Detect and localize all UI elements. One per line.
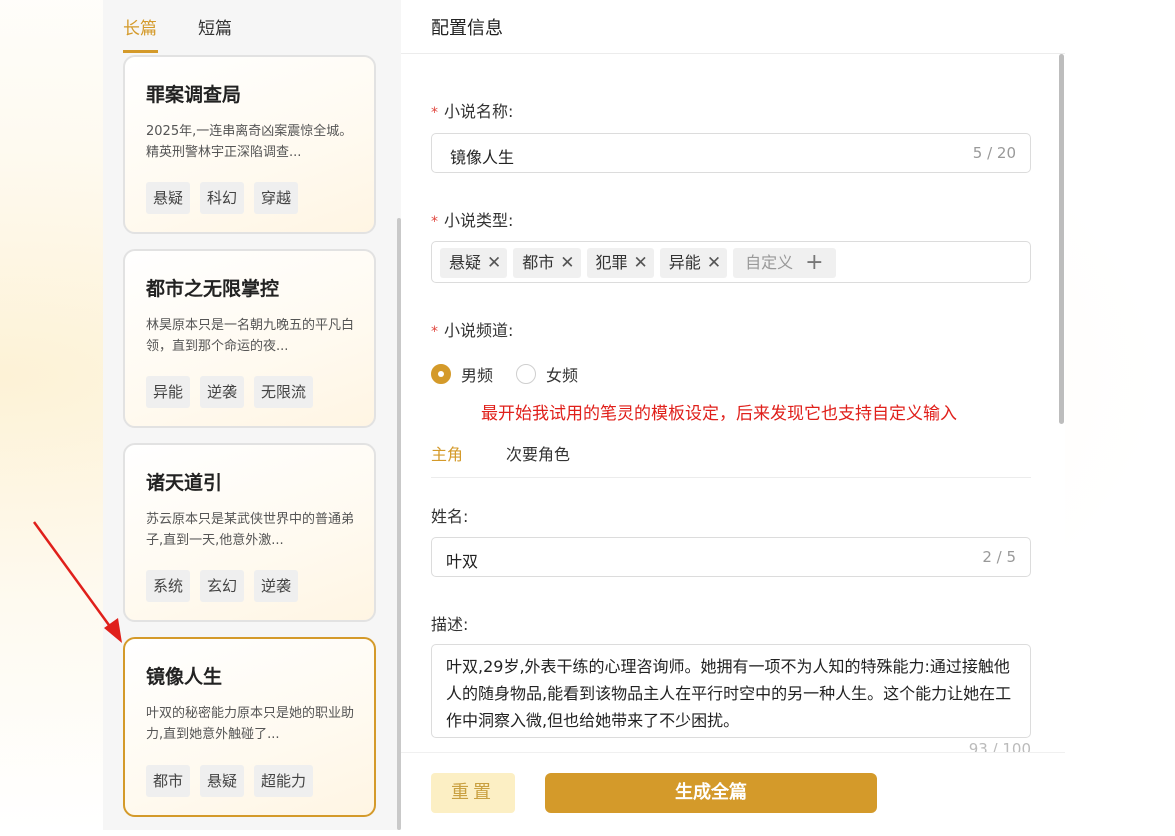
type-chips: 悬疑 ✕ 都市 ✕ 犯罪 ✕ 异能 ✕ 自定义 + (440, 248, 836, 278)
novel-name-count: 5 / 20 (972, 144, 1016, 162)
tab-short[interactable]: 短篇 (198, 14, 232, 39)
config-scrollbar[interactable] (1059, 54, 1064, 424)
genre-tag: 超能力 (254, 765, 314, 797)
desc-label: 描述: (431, 615, 469, 634)
config-title: 配置信息 (431, 18, 503, 39)
tab-underline (123, 50, 158, 53)
novel-card-selected[interactable]: 镜像人生 叶双的秘密能力原本只是她的职业助力,直到她意外触碰了... 都市 悬疑… (123, 637, 376, 817)
novel-card-title: 诸天道引 (146, 472, 223, 494)
radio-dot (516, 364, 536, 384)
plus-icon: + (805, 250, 824, 275)
genre-tag: 悬疑 (200, 765, 245, 797)
type-label: * 小说类型: (431, 211, 514, 230)
novel-card[interactable]: 罪案调查局 2025年,一连串离奇凶案震惊全城。精英刑警林宇正深陷调查... 悬… (123, 55, 376, 234)
tab-long[interactable]: 长篇 (123, 14, 157, 39)
novel-card-desc: 林昊原本只是一名朝九晚五的平凡白领，直到那个命运的夜... (146, 318, 355, 354)
novel-card-desc: 叶双的秘密能力原本只是她的职业助力,直到她意外触碰了... (146, 706, 355, 742)
novel-card[interactable]: 都市之无限掌控 林昊原本只是一名朝九晚五的平凡白领，直到那个命运的夜... 异能… (123, 249, 376, 428)
type-chip: 犯罪 ✕ (586, 248, 654, 278)
genre-tag: 无限流 (254, 376, 314, 408)
length-tabs: 长篇 短篇 (103, 0, 401, 54)
novel-card-title: 罪案调查局 (146, 84, 242, 106)
genre-tag: 科幻 (200, 182, 245, 214)
genre-tag: 逆袭 (200, 376, 245, 408)
tab-protagonist[interactable]: 主角 (431, 441, 463, 465)
type-chip: 异能 ✕ (659, 248, 728, 278)
char-desc-count: 93 / 100 (968, 740, 1031, 752)
required-mark: * (431, 214, 438, 230)
config-header: 配置信息 (401, 0, 1065, 54)
novel-name-value: 镜像人生 (450, 148, 515, 167)
radio-dot (431, 364, 451, 384)
close-icon[interactable]: ✕ (707, 248, 721, 278)
genre-tag: 异能 (146, 376, 191, 408)
reset-button[interactable]: 重置 (431, 773, 515, 813)
required-mark: * (431, 324, 438, 340)
close-icon[interactable]: ✕ (560, 248, 574, 278)
role-tabs: 主角 次要角色 (431, 430, 1031, 478)
novel-card[interactable]: 诸天道引 苏云原本只是某武侠世界中的普通弟子,直到一天,他意外激... 系统 玄… (123, 443, 376, 622)
config-panel: 配置信息 * 小说名称: 镜像人生 5 / 20 * 小说类型: 悬疑 ✕ 都市 ✕ 犯… (401, 0, 1065, 830)
novel-card-title: 都市之无限掌控 (146, 278, 280, 300)
action-footer: 重置 生成全篇 (401, 752, 1065, 830)
genre-tag: 都市 (146, 765, 191, 797)
char-name-value: 叶双 (446, 552, 479, 571)
app: 长篇 短篇 罪案调查局 2025年,一连串离奇凶案震惊全城。精英刑警林宇正深陷调… (103, 0, 1065, 830)
novel-card-desc: 2025年,一连串离奇凶案震惊全城。精英刑警林宇正深陷调查... (146, 124, 353, 160)
close-icon[interactable]: ✕ (634, 248, 648, 278)
close-icon[interactable]: ✕ (487, 248, 501, 278)
channel-label: * 小说频道: (431, 321, 514, 340)
novel-name-input[interactable]: 镜像人生 5 / 20 (431, 133, 1031, 173)
novel-list-panel: 长篇 短篇 罪案调查局 2025年,一连串离奇凶案震惊全城。精英刑警林宇正深陷调… (103, 0, 401, 830)
novel-card-tags: 都市 悬疑 超能力 (146, 765, 314, 797)
novel-type-select[interactable]: 悬疑 ✕ 都市 ✕ 犯罪 ✕ 异能 ✕ 自定义 + (431, 241, 1031, 283)
radio-female-channel[interactable]: 女频 (516, 362, 578, 386)
novel-card-tags: 系统 玄幻 逆袭 (146, 570, 299, 602)
name-label: * 小说名称: (431, 102, 514, 121)
char-name-count: 2 / 5 (982, 548, 1016, 566)
generate-full-button[interactable]: 生成全篇 (545, 773, 877, 813)
novel-card-title: 镜像人生 (146, 666, 223, 688)
genre-tag: 悬疑 (146, 182, 191, 214)
tab-secondary-roles[interactable]: 次要角色 (506, 441, 570, 465)
genre-tag: 玄幻 (200, 570, 245, 602)
genre-tag: 逆袭 (254, 570, 299, 602)
genre-tag: 穿越 (254, 182, 299, 214)
annotation-text: 最开始我试用的笔灵的模板设定，后来发现它也支持自定义输入 (481, 404, 957, 424)
genre-tag: 系统 (146, 570, 191, 602)
type-chip: 都市 ✕ (513, 248, 581, 278)
custom-type-button[interactable]: 自定义 + (733, 248, 836, 278)
novel-card-desc: 苏云原本只是某武侠世界中的普通弟子,直到一天,他意外激... (146, 512, 355, 548)
char-name-input[interactable]: 叶双 2 / 5 (431, 537, 1031, 577)
required-mark: * (431, 105, 438, 121)
type-chip: 悬疑 ✕ (440, 248, 508, 278)
char-desc-textarea[interactable]: 叶双,29岁,外表干练的心理咨询师。她拥有一项不为人知的特殊能力:通过接触他人的… (431, 644, 1031, 738)
char-name-label: 姓名: (431, 507, 469, 526)
radio-male-channel[interactable]: 男频 (431, 362, 493, 386)
novel-card-tags: 悬疑 科幻 穿越 (146, 182, 299, 214)
novel-card-tags: 异能 逆袭 无限流 (146, 376, 314, 408)
